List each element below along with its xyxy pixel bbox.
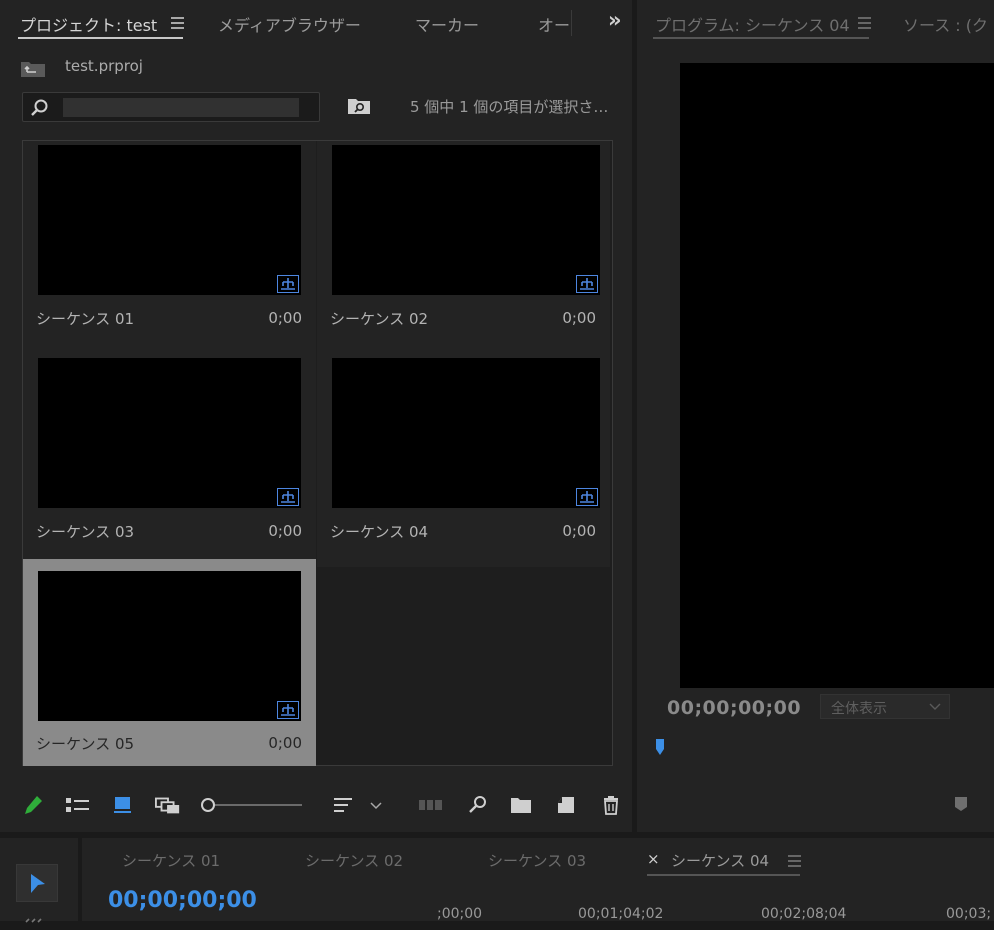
item-name: シーケンス 01 [36,310,135,328]
sequence-thumbnail [332,145,600,295]
zoom-slider[interactable] [200,797,304,813]
program-timecode[interactable]: 00;00;00;00 [667,697,801,719]
ruler-label: 00;03; [946,906,992,922]
project-item-grid: シーケンス 01 0;00 シーケンス 02 0;00 シーケンス 03 0;0… [22,140,613,766]
program-panel-menu-icon[interactable] [858,17,871,32]
timeline-tab-close-icon[interactable]: × [647,850,660,868]
icon-view-icon[interactable] [110,792,136,818]
zoom-level-value: 全体表示 [831,701,887,717]
sequence-icon [576,275,598,293]
list-view-icon[interactable] [65,792,91,818]
ruler-label: ;00;00 [437,906,483,922]
find-in-folder-icon[interactable] [347,96,371,116]
sequence-icon [277,275,299,293]
selection-status: 5 個中 1 個の項目が選択さ… [410,98,609,116]
trash-icon[interactable] [598,792,624,818]
sequence-icon [277,488,299,506]
program-video-frame[interactable] [680,63,994,688]
project-item-sequence-04[interactable]: シーケンス 04 0;00 [317,354,610,567]
tab-media-browser[interactable]: メディアブラウザー [218,12,361,36]
chevron-down-icon [929,703,941,710]
tab-divider [571,10,572,36]
project-item-sequence-05[interactable]: シーケンス 05 0;00 [23,559,316,766]
project-item-sequence-02[interactable]: シーケンス 02 0;00 [317,141,610,354]
selection-tool-button[interactable] [16,864,58,902]
item-duration: 0;00 [268,522,302,540]
program-monitor-panel: プログラム: シーケンス 04 ソース : (ク 00;00;00;00 全体表… [637,0,994,832]
timeline-tab-underline [647,874,800,876]
search-icon [30,98,50,118]
tab-overflow-icon[interactable]: » [608,8,622,32]
project-item-sequence-01[interactable]: シーケンス 01 0;00 [23,141,316,354]
chevron-down-icon[interactable] [366,792,386,818]
tab-timeline-sequence-02[interactable]: シーケンス 02 [305,850,403,871]
timeline-timecode[interactable]: 00;00;00;00 [108,888,257,913]
find-icon[interactable] [465,792,491,818]
sequence-icon [277,701,299,719]
active-tab-underline [18,37,183,39]
sort-icon[interactable] [330,792,356,818]
project-file-name: test.prproj [65,57,143,75]
project-tab-bar: プロジェクト: test メディアブラウザー マーカー オー » [0,0,632,44]
item-name: シーケンス 02 [330,310,429,328]
ruler-label: 00;01;04;02 [578,906,664,922]
tab-timeline-sequence-01[interactable]: シーケンス 01 [122,850,220,871]
project-item-sequence-03[interactable]: シーケンス 03 0;00 [23,354,316,567]
project-panel: プロジェクト: test メディアブラウザー マーカー オー » test.pr… [0,0,632,832]
item-duration: 0;00 [562,309,596,327]
item-duration: 0;00 [562,522,596,540]
add-marker-icon[interactable] [954,796,968,812]
timeline-panel: シーケンス 01 シーケンス 02 シーケンス 03 × シーケンス 04 00… [82,838,994,922]
freeform-view-icon[interactable] [155,792,181,818]
zoom-level-select[interactable]: 全体表示 [820,694,950,719]
search-box [22,92,320,122]
pencil-icon[interactable] [20,792,46,818]
playhead-icon[interactable] [655,738,665,756]
ruler-label: 00;02;08;04 [761,906,847,922]
tab-program-monitor[interactable]: プログラム: シーケンス 04 [655,12,850,36]
item-name: シーケンス 05 [36,735,135,753]
tab-audio-truncated[interactable]: オー [538,12,570,36]
sequence-thumbnail [332,358,600,508]
folder-up-icon[interactable] [20,58,46,78]
tab-source-monitor[interactable]: ソース : (ク [903,12,988,36]
timeline-panel-menu-icon[interactable] [788,855,801,870]
tab-project[interactable]: プロジェクト: test [20,12,157,36]
item-name: シーケンス 03 [36,523,135,541]
sequence-thumbnail [38,358,301,508]
tools-panel [0,838,78,923]
item-duration: 0;00 [268,309,302,327]
track-select-tool-icon[interactable] [24,912,46,923]
tab-timeline-sequence-03[interactable]: シーケンス 03 [488,850,586,871]
new-item-icon[interactable] [553,792,579,818]
program-tab-underline [653,37,869,39]
sequence-thumbnail [38,145,301,295]
new-bin-icon[interactable] [508,792,534,818]
search-input[interactable] [63,98,299,117]
item-duration: 0;00 [268,734,302,752]
tab-timeline-sequence-04[interactable]: シーケンス 04 [671,850,769,871]
sequence-icon [576,488,598,506]
automate-to-sequence-icon [418,792,444,818]
item-name: シーケンス 04 [330,523,429,541]
selection-arrow-icon [31,874,45,893]
tab-markers[interactable]: マーカー [415,12,479,36]
panel-menu-icon[interactable] [171,17,184,32]
sequence-thumbnail [38,571,301,721]
